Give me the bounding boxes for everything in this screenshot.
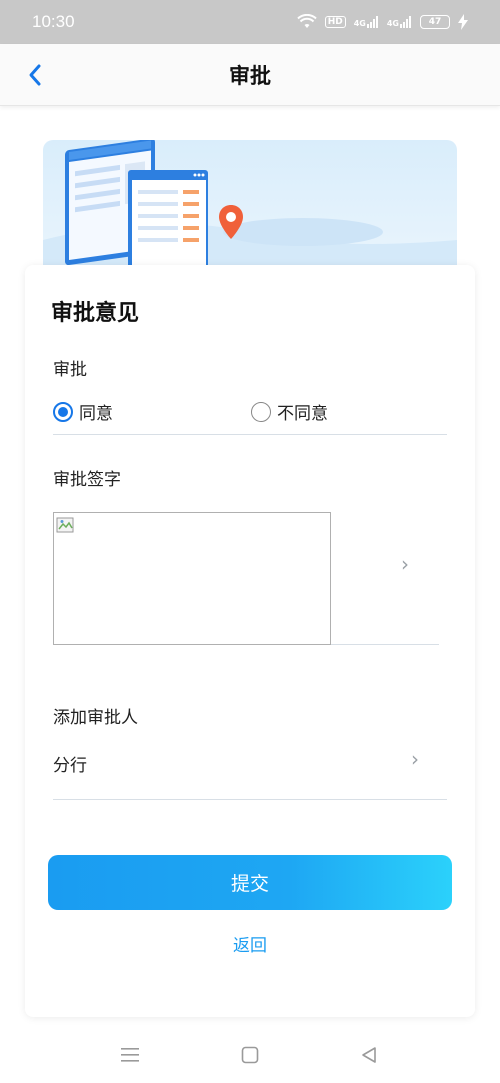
card-title: 审批意见 xyxy=(51,301,140,326)
menu-icon xyxy=(121,1048,139,1062)
status-bar: 10:30 HD 4G 4G 47 xyxy=(0,0,500,44)
chevron-right-icon: › xyxy=(411,747,419,771)
radio-disagree[interactable]: 不同意 xyxy=(251,399,328,424)
back-nav-button[interactable] xyxy=(354,1042,384,1068)
hd-badge: HD xyxy=(324,16,346,28)
return-link[interactable]: 返回 xyxy=(25,931,475,956)
battery-icon: 47 xyxy=(420,15,450,29)
documents-illustration xyxy=(43,140,457,275)
approval-card: 审批意见 审批 同意 不同意 审批签字 › 添加审批人 分行 › 提交 返回 xyxy=(25,265,475,1017)
square-icon xyxy=(241,1046,259,1064)
top-bar: 审批 xyxy=(0,44,500,106)
submit-button[interactable]: 提交 xyxy=(48,855,452,910)
back-button[interactable] xyxy=(18,58,52,92)
signature-image xyxy=(53,512,331,645)
broken-image-icon xyxy=(56,517,74,533)
signal-icon: 4G xyxy=(354,16,379,28)
status-time: 10:30 xyxy=(32,12,75,31)
triangle-back-icon xyxy=(362,1047,376,1063)
add-approver-row[interactable]: 分行 › xyxy=(53,745,447,800)
hero-illustration xyxy=(43,140,457,275)
chevron-right-icon: › xyxy=(401,552,409,576)
charging-icon xyxy=(458,14,468,30)
signature-row[interactable]: › xyxy=(53,512,439,645)
approver-value: 分行 xyxy=(53,756,87,776)
approval-radio-group: 同意 不同意 xyxy=(53,395,447,435)
add-approver-label: 添加审批人 xyxy=(53,708,138,728)
status-icons: HD 4G 4G 47 xyxy=(297,14,468,30)
wifi-icon xyxy=(297,14,317,28)
radio-checked-icon xyxy=(53,401,73,422)
signal-icon-2: 4G xyxy=(387,16,412,28)
signature-label: 审批签字 xyxy=(53,470,121,490)
radio-unchecked-icon xyxy=(251,401,271,422)
menu-nav-button[interactable] xyxy=(115,1042,145,1068)
radio-agree-label: 同意 xyxy=(79,404,113,424)
home-nav-button[interactable] xyxy=(235,1042,265,1068)
radio-disagree-label: 不同意 xyxy=(277,404,328,424)
signal-label-2: 4G xyxy=(386,19,399,28)
signal-label: 4G xyxy=(353,19,366,28)
approval-label: 审批 xyxy=(53,360,87,380)
chevron-left-icon xyxy=(29,64,41,86)
radio-agree[interactable]: 同意 xyxy=(53,399,113,424)
page-title: 审批 xyxy=(229,63,271,88)
system-nav-bar xyxy=(0,1030,500,1083)
